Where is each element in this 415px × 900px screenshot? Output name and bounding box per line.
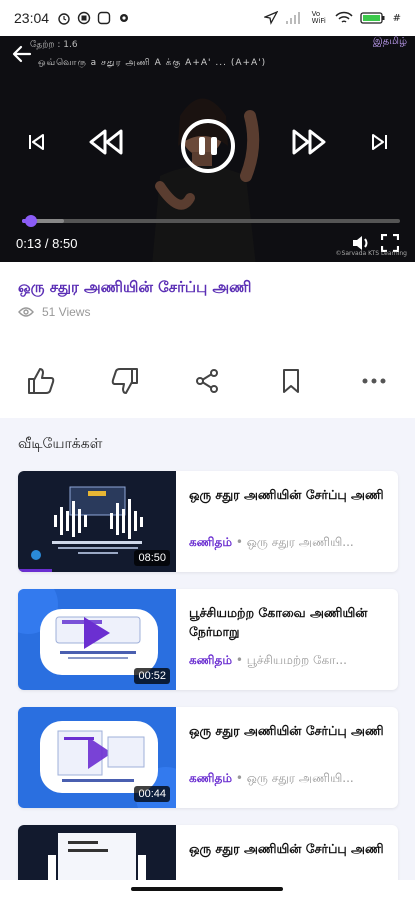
bookmark-icon [283,369,299,393]
subject-label: கணிதம் [189,771,232,785]
thumbs-up-icon [28,368,55,394]
video-card-meta: கணிதம் • பூச்சியமற்ற கோ... [189,653,394,669]
gear-icon [120,14,129,22]
topic-label: • ஒரு சதுர அணியி... [232,535,354,549]
charging-icon: # [392,12,401,24]
pause-button[interactable] [181,119,235,173]
skip-previous-icon[interactable] [28,134,44,150]
seek-bar[interactable] [22,215,400,227]
dislike-button[interactable] [108,364,142,398]
sync-icon [77,11,91,25]
video-title: ஒரு சதுர அணியின் சேர்ப்பு அணி [18,278,252,296]
video-card-title: ஒரு சதுர அணியின் சேர்ப்பு அணி [189,841,384,856]
timecode: 0:13 / 8:50 [16,236,78,251]
more-button[interactable] [357,364,391,398]
status-time: 23:04 [14,10,50,26]
battery-icon [359,12,385,24]
bookmark-button[interactable] [274,364,308,398]
video-card-title: ஒரு சதுர அணியின் சேர்ப்பு அணி [189,487,384,502]
subject-label: கணிதம் [189,653,232,667]
video-thumbnail: 08:50 [18,471,176,572]
video-thumbnail: 00:52 [18,589,176,690]
views-label: 51 Views [42,305,91,319]
video-card[interactable]: 00:44 ஒரு சதுர அணியின் சேர்ப்பு அணி கணித… [18,707,398,808]
video-card[interactable]: 00:52 பூச்சியமற்ற கோவை அணியின் நேர்மாறு … [18,589,398,690]
video-duration: 00:52 [134,668,170,684]
videos-section: வீடியோக்கள் 08:50 ஒரு சதுர அணியின் சேர்ப… [0,418,415,900]
board-caption: தேற்ற : 1.6 [30,40,78,50]
pause-icon [199,137,205,155]
video-card-meta: கணிதம் • ஒரு சதுர அணியி... [189,535,394,551]
action-bar [0,356,415,406]
view-count: 51 Views [18,305,90,319]
more-horizontal-icon [362,378,386,384]
wifi-icon [335,11,353,23]
share-button[interactable] [190,364,224,398]
back-arrow-icon[interactable] [10,42,34,66]
location-icon [263,11,278,25]
section-title: வீடியோக்கள் [18,436,103,452]
video-card-meta: கணிதம் • ஒரு சதுர அணியி... [189,771,394,787]
watch-progress [18,569,53,572]
alarm-icon [58,13,70,25]
fast-forward-icon[interactable] [291,128,327,156]
like-button[interactable] [24,364,58,398]
brand-logo: இதமிழ் [372,36,407,47]
video-duration: 00:44 [134,786,170,802]
video-player[interactable]: தேற்ற : 1.6 ஒவ்வொரு a சதுர அணி A க்கு A+… [0,36,415,262]
topic-label: • ஒரு சதுர அணியி... [232,771,354,785]
status-bar: 23:04 Vo WiFi # [0,0,415,36]
subject-label: கணிதம் [189,535,232,549]
video-card-title: ஒரு சதுர அணியின் சேர்ப்பு அணி [189,723,384,738]
video-thumbnail: 00:44 [18,707,176,808]
eye-icon [18,307,34,317]
rewind-icon[interactable] [88,128,124,156]
skip-next-icon[interactable] [372,134,388,150]
thumbs-down-icon [111,368,138,394]
topic-label: • பூச்சியமற்ற கோ... [232,653,347,667]
signal-icon [285,12,300,24]
data-saver-icon [97,11,111,25]
video-card[interactable]: 08:50 ஒரு சதுர அணியின் சேர்ப்பு அணி கணித… [18,471,398,572]
share-icon [196,369,218,393]
board-text: ஒவ்வொரு a சதுர அணி A க்கு A+A' ... (A+A'… [38,58,267,68]
video-duration: 08:50 [134,550,170,566]
watermark: ©Sarvada KTS Learning [335,250,407,257]
home-indicator[interactable] [131,887,283,891]
video-card-title: பூச்சியமற்ற கோவை அணியின் நேர்மாறு [189,605,368,639]
vowifi-label: Vo WiFi [311,10,326,25]
seek-handle[interactable] [25,215,38,227]
